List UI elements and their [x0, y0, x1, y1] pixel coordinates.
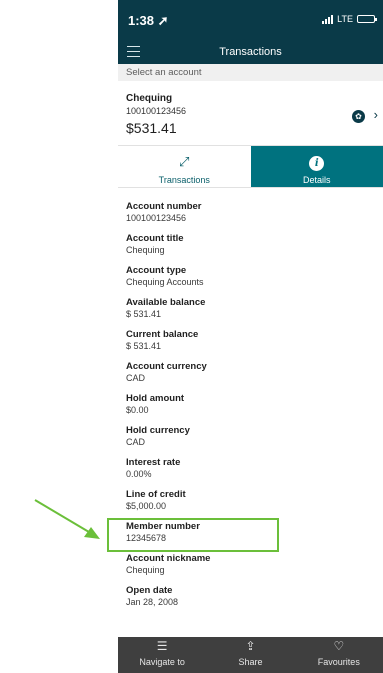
tab-bar: ⤢ Transactions i Details — [118, 145, 383, 188]
detail-account-number: Account number 100100123456 — [118, 201, 383, 233]
detail-available-balance: Available balance $ 531.41 — [118, 297, 383, 329]
tab-transactions[interactable]: ⤢ Transactions — [118, 146, 251, 187]
info-icon: i — [309, 156, 325, 171]
detail-value: $ 531.41 — [126, 309, 162, 319]
account-details-list: Account number 100100123456 Account titl… — [118, 201, 383, 617]
status-time: 1:38 ➚ — [128, 13, 169, 28]
detail-value: Jan 28, 2008 — [126, 597, 179, 607]
expand-arrows-icon: ⤢ — [179, 154, 190, 169]
member-number-highlight — [107, 518, 279, 552]
detail-account-title: Account title Chequing — [118, 233, 383, 265]
battery-icon — [357, 15, 377, 23]
detail-account-type: Account type Chequing Accounts — [118, 265, 383, 297]
detail-value: CAD — [126, 373, 146, 383]
tab-details-label: Details — [302, 175, 331, 185]
detail-label: Hold currency — [126, 425, 190, 436]
chevron-right-icon[interactable]: › — [374, 107, 378, 122]
navigate-to-label: Navigate to — [139, 657, 185, 667]
navigate-to-button[interactable]: ☰ Navigate to — [118, 637, 206, 673]
account-name: Chequing — [126, 93, 173, 104]
detail-label: Available balance — [126, 297, 206, 308]
favourites-label: Favourites — [317, 657, 360, 667]
detail-label: Open date — [126, 585, 173, 596]
account-balance: $531.41 — [126, 120, 177, 136]
select-account-prompt[interactable]: Select an account — [118, 64, 383, 81]
detail-label: Account number — [126, 201, 202, 212]
detail-label: Interest rate — [126, 457, 181, 468]
detail-value: $5,000.00 — [126, 501, 167, 511]
detail-hold-amount: Hold amount $0.00 — [118, 393, 383, 425]
detail-value: $0.00 — [126, 405, 149, 415]
share-icon: ⇪ — [245, 639, 256, 653]
tab-details[interactable]: i Details — [250, 146, 383, 187]
nav-bar: Transactions — [118, 40, 383, 64]
detail-interest-rate: Interest rate 0.00% — [118, 457, 383, 489]
account-number: 100100123456 — [126, 106, 187, 116]
share-label: Share — [238, 657, 263, 667]
location-arrow-icon: ➚ — [157, 13, 169, 28]
phone-screen: 1:38 ➚ LTE Transactions Select an accoun… — [118, 0, 383, 673]
detail-label: Account nickname — [126, 553, 211, 564]
detail-label: Current balance — [126, 329, 199, 340]
page-title: Transactions — [219, 46, 282, 58]
detail-value: $ 531.41 — [126, 341, 162, 351]
detail-current-balance: Current balance $ 531.41 — [118, 329, 383, 361]
account-card[interactable]: Chequing 100100123456 $531.41 ✿ › — [118, 81, 383, 145]
detail-value: 100100123456 — [126, 213, 187, 223]
detail-hold-currency: Hold currency CAD — [118, 425, 383, 457]
heart-icon: ♡ — [333, 639, 345, 653]
detail-label: Account currency — [126, 361, 207, 372]
share-button[interactable]: ⇪ Share — [206, 637, 294, 673]
detail-value: Chequing — [126, 565, 165, 575]
bottom-toolbar: ☰ Navigate to ⇪ Share ♡ Favourites — [118, 637, 383, 673]
detail-account-currency: Account currency CAD — [118, 361, 383, 393]
signal-icon — [322, 14, 334, 24]
detail-line-of-credit: Line of credit $5,000.00 — [118, 489, 383, 521]
favourites-button[interactable]: ♡ Favourites — [295, 637, 383, 673]
detail-value: CAD — [126, 437, 146, 447]
detail-label: Hold amount — [126, 393, 185, 404]
detail-open-date: Open date Jan 28, 2008 — [118, 585, 383, 617]
detail-label: Account title — [126, 233, 184, 244]
status-indicators: LTE — [322, 14, 377, 24]
list-icon: ☰ — [156, 639, 168, 653]
status-bar: 1:38 ➚ LTE — [118, 0, 383, 40]
detail-value: 0.00% — [126, 469, 152, 479]
detail-value: Chequing — [126, 245, 165, 255]
network-label: LTE — [337, 14, 353, 24]
tab-transactions-label: Transactions — [158, 175, 210, 185]
detail-label: Line of credit — [126, 489, 186, 500]
detail-value: Chequing Accounts — [126, 277, 204, 287]
favourite-star-icon: ✿ — [352, 110, 365, 123]
detail-label: Account type — [126, 265, 187, 276]
detail-account-nickname: Account nickname Chequing — [118, 553, 383, 585]
